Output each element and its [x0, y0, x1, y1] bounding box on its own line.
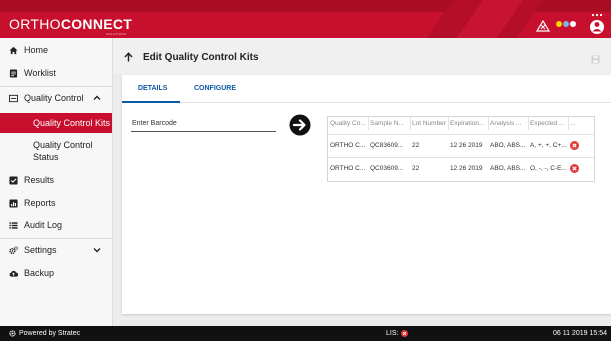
- row-separator: [328, 134, 594, 135]
- cell-quality-control: ORTHO C...: [330, 165, 366, 172]
- gear-icon: [9, 330, 16, 337]
- arrow-right-circle-icon[interactable]: [289, 114, 311, 136]
- logo-text-ortho: ORTHO: [9, 16, 61, 32]
- gear-icon: [9, 245, 18, 254]
- cell-lot-number: 22: [412, 142, 420, 149]
- column-header-expected[interactable]: Expected ...: [530, 120, 568, 127]
- sidebar-item-settings[interactable]: Settings: [0, 239, 113, 261]
- sidebar-item-label: Audit Log: [24, 220, 63, 230]
- column-header-quality-control[interactable]: Quality Co...: [330, 120, 368, 127]
- sidebar-item-results[interactable]: Results: [0, 169, 113, 191]
- cell-sample-number: QC03609...: [370, 165, 404, 172]
- cloud-upload-icon: [9, 270, 18, 277]
- chevron-up-icon[interactable]: [93, 94, 101, 102]
- column-separator: [528, 117, 529, 130]
- chevron-down-icon[interactable]: [93, 246, 101, 254]
- sidebar-item-label: Quality Control Kits: [33, 118, 111, 128]
- logo-text-connect: CONNECT: [60, 16, 133, 32]
- app-logo: ORTHOCONNECT SOLUTIONS: [9, 16, 133, 36]
- cell-lot-number: 22: [412, 165, 420, 172]
- sidebar-item-backup[interactable]: Backup: [0, 262, 113, 284]
- status-dot-yellow: [556, 21, 562, 27]
- lis-status[interactable]: LIS:: [386, 330, 409, 337]
- column-separator: [568, 117, 569, 130]
- column-header-actions[interactable]: ...: [570, 120, 590, 127]
- alert-icon[interactable]: [536, 20, 550, 32]
- row-separator: [328, 157, 594, 158]
- sidebar-item-reports[interactable]: Reports: [0, 192, 113, 214]
- quality-control-icon: [9, 94, 18, 102]
- cell-expiration: 12 26 2019: [450, 142, 483, 149]
- app-header: ORTHOCONNECT SOLUTIONS: [0, 0, 611, 38]
- powered-by: Powered by Stratec: [9, 330, 80, 337]
- sidebar-item-label: Quality Control: [24, 93, 84, 103]
- column-separator: [368, 117, 369, 130]
- delete-icon[interactable]: [570, 164, 579, 173]
- logo-subtitle: SOLUTIONS: [106, 32, 127, 36]
- column-header-lot-number[interactable]: Lot Number: [412, 120, 448, 127]
- sidebar-item-audit-log[interactable]: Audit Log: [0, 214, 113, 236]
- sidebar-item-label: Home: [24, 45, 49, 55]
- status-footer: Powered by Stratec LIS: 06 11 2019 15:54: [0, 326, 611, 341]
- reports-icon: [9, 198, 18, 208]
- datetime: 06 11 2019 15:54: [553, 330, 607, 337]
- cell-expected: A, +, +, C+...: [530, 142, 567, 149]
- details-card: [122, 75, 611, 314]
- sidebar-item-label: Settings: [24, 245, 57, 255]
- sidebar-item-label: Backup: [24, 268, 55, 278]
- column-header-analysis[interactable]: Analysis ...: [490, 120, 528, 127]
- delete-icon[interactable]: [570, 141, 579, 150]
- sidebar-item-quality-control-status[interactable]: Quality Control Status: [0, 139, 113, 163]
- cell-expected: O, -, -, C-E...: [530, 165, 567, 172]
- lis-label: LIS:: [386, 330, 399, 337]
- label-line-2: Status: [33, 152, 59, 162]
- column-separator: [410, 117, 411, 130]
- sidebar-item-worklist[interactable]: Worklist: [0, 62, 113, 84]
- sidebar-item-quality-control-kits[interactable]: Quality Control Kits: [0, 113, 112, 133]
- column-header-sample-number[interactable]: Sample N...: [370, 120, 410, 127]
- sidebar-item-label: Worklist: [24, 68, 56, 78]
- cell-sample-number: QC83609...: [370, 142, 404, 149]
- cell-expiration: 12 26 2019: [450, 165, 483, 172]
- powered-by-label: Powered by Stratec: [19, 330, 81, 337]
- sidebar-item-label: Quality Control Status: [33, 139, 93, 163]
- column-separator: [488, 117, 489, 130]
- cell-analysis: ABO, ABS...: [490, 165, 526, 172]
- active-tab-indicator: [122, 101, 180, 103]
- page-title: Edit Quality Control Kits: [143, 52, 259, 63]
- sidebar-item-home[interactable]: Home: [0, 39, 113, 61]
- check-box-icon: [9, 175, 18, 185]
- user-icon[interactable]: [587, 12, 607, 36]
- cell-analysis: ABO, ABS...: [490, 142, 526, 149]
- save-icon[interactable]: [591, 55, 600, 64]
- sidebar-item-label: Results: [24, 175, 55, 185]
- tab-details[interactable]: DETAILS: [138, 85, 167, 92]
- status-dots-icon[interactable]: [556, 21, 576, 27]
- home-icon: [9, 46, 18, 54]
- sidebar-item-quality-control[interactable]: Quality Control: [0, 87, 113, 109]
- cell-quality-control: ORTHO C...: [330, 142, 366, 149]
- status-dot-white: [570, 21, 576, 27]
- column-separator: [448, 117, 449, 130]
- tab-configure[interactable]: CONFIGURE: [194, 85, 236, 92]
- barcode-input[interactable]: Enter Barcode: [132, 120, 177, 127]
- column-header-expiration[interactable]: Expiration...: [450, 120, 488, 127]
- arrow-up-icon[interactable]: [124, 52, 133, 62]
- sidebar-item-label: Reports: [24, 198, 56, 208]
- barcode-input-underline: [131, 131, 276, 132]
- status-dot-blue: [563, 21, 569, 27]
- error-icon: [401, 330, 409, 337]
- label-line-1: Quality Control: [33, 140, 93, 150]
- list-icon: [9, 221, 18, 229]
- worklist-icon: [9, 68, 18, 78]
